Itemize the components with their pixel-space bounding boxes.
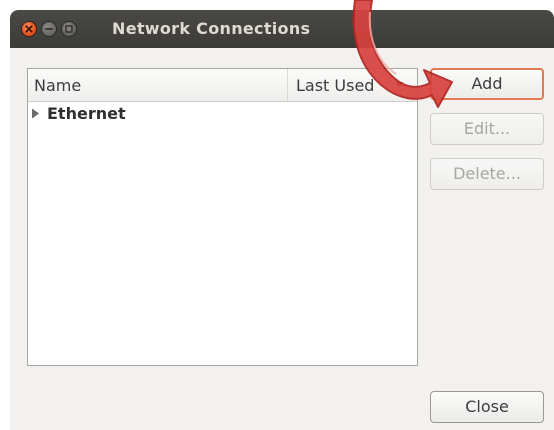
window-title: Network Connections bbox=[112, 19, 311, 38]
expander-right-icon[interactable] bbox=[31, 108, 40, 119]
sort-descending-icon bbox=[395, 82, 403, 88]
list-header: Name Last Used bbox=[28, 69, 417, 102]
network-connections-window: Network Connections Name Last Used Ether… bbox=[10, 10, 554, 430]
maximize-window-button[interactable] bbox=[61, 21, 77, 37]
list-item-ethernet[interactable]: Ethernet bbox=[28, 102, 417, 126]
delete-button[interactable]: Delete... bbox=[430, 158, 544, 190]
close-window-button[interactable] bbox=[21, 21, 37, 37]
edit-button[interactable]: Edit... bbox=[430, 113, 544, 145]
close-icon bbox=[25, 25, 33, 33]
title-bar[interactable]: Network Connections bbox=[10, 10, 554, 48]
close-button[interactable]: Close bbox=[430, 391, 544, 423]
column-header-last-used-label: Last Used bbox=[296, 76, 375, 95]
column-header-name[interactable]: Name bbox=[28, 69, 288, 101]
add-button[interactable]: Add bbox=[430, 68, 544, 100]
connections-list[interactable]: Name Last Used Ethernet bbox=[27, 68, 418, 366]
minimize-window-button[interactable] bbox=[41, 21, 57, 37]
minimize-icon bbox=[45, 28, 53, 30]
column-header-name-label: Name bbox=[34, 76, 82, 95]
column-header-last-used[interactable]: Last Used bbox=[288, 69, 417, 101]
list-item-label: Ethernet bbox=[47, 104, 126, 123]
maximize-icon bbox=[65, 25, 73, 33]
